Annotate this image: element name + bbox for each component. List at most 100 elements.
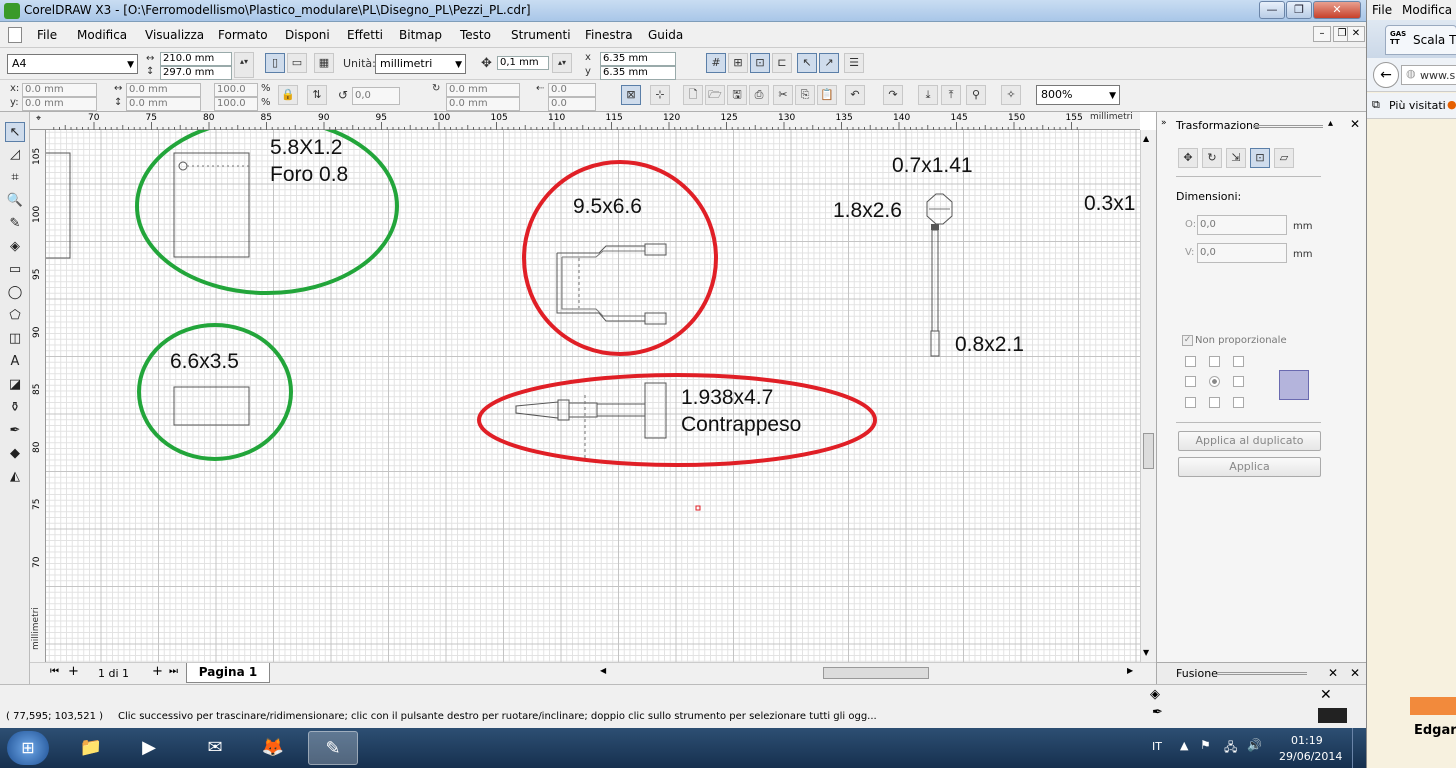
fusion-close-icon[interactable]: ✕ <box>1350 666 1360 680</box>
position-mode-icon[interactable]: ✥ <box>1178 148 1198 168</box>
anchor-tr[interactable] <box>1233 356 1244 367</box>
drawing-canvas[interactable]: 5.8X1.2 Foro 0.8 6.6x3.5 9.5x6.6 1.938x4… <box>46 130 1140 662</box>
menu-formato[interactable]: Formato <box>218 28 268 42</box>
clock-date[interactable]: 29/06/2014 <box>1279 750 1342 763</box>
skew-y-field[interactable]: 0.0 <box>548 97 596 111</box>
position-x-field[interactable]: 0.0 mm <box>22 83 97 97</box>
save-icon[interactable]: 🖫 <box>727 85 747 105</box>
menu-strumenti[interactable]: Strumenti <box>511 28 571 42</box>
browser-menu-modifica[interactable]: Modifica <box>1402 3 1452 17</box>
eyedropper-tool-icon[interactable]: ⚱ <box>5 398 25 418</box>
pick-tool-icon[interactable]: ↖ <box>5 122 25 142</box>
size-mode-icon[interactable]: ⊡ <box>1250 148 1270 168</box>
page-tab[interactable]: Pagina 1 <box>186 663 270 683</box>
size-w-field[interactable]: 0.0 mm <box>126 83 201 97</box>
anchor-bc[interactable] <box>1209 397 1220 408</box>
cut-icon[interactable]: ✂ <box>773 85 793 105</box>
fill-tool-icon[interactable]: ◆ <box>5 444 25 464</box>
fill-indicator-icon[interactable]: ◈ <box>1150 687 1160 702</box>
docker-grip[interactable] <box>1253 125 1323 128</box>
v-dim-field[interactable]: 0,0 <box>1197 243 1287 263</box>
show-desktop-button[interactable] <box>1352 728 1366 768</box>
part1-hole-label[interactable]: Foro 0.8 <box>270 163 348 187</box>
scroll-up-icon[interactable]: ▲ <box>1143 134 1149 143</box>
back-button-icon[interactable]: ← <box>1373 62 1399 88</box>
scale-h-field[interactable]: 100.0 <box>214 97 258 111</box>
open-icon[interactable]: 🗁 <box>705 85 725 105</box>
relative-position-button[interactable]: ⊠ <box>621 85 641 105</box>
scroll-down-icon[interactable]: ▼ <box>1143 648 1149 657</box>
anchor-tl[interactable] <box>1185 356 1196 367</box>
nudge-field[interactable]: 0,1 mm <box>497 56 549 70</box>
landscape-button[interactable]: ▭ <box>287 53 307 73</box>
apply-button[interactable]: Applica <box>1178 457 1321 477</box>
page-height-field[interactable]: 297.0 mm <box>160 66 232 80</box>
vertical-scrollbar[interactable]: ▲ ▼ <box>1140 130 1156 662</box>
partial-part-shape[interactable] <box>46 152 71 259</box>
close-button[interactable]: ✕ <box>1313 1 1361 19</box>
anchor-br[interactable] <box>1233 397 1244 408</box>
lock-ratio-icon[interactable]: 🔒 <box>278 85 298 105</box>
part4-size-label[interactable]: 1.938x4.7 <box>681 386 773 410</box>
start-button[interactable]: ⊞ <box>7 731 49 765</box>
paste-icon[interactable]: 📋 <box>817 85 837 105</box>
fusion-close-icon-a[interactable]: ✕ <box>1328 666 1338 680</box>
part5-bottom-label[interactable]: 0.8x2.1 <box>955 333 1024 357</box>
menu-disponi[interactable]: Disponi <box>285 28 330 42</box>
scale-w-field[interactable]: 100.0 <box>214 83 258 97</box>
h-dim-field[interactable]: 0,0 <box>1197 215 1287 235</box>
part1-shape[interactable] <box>173 152 250 258</box>
firefox-task-icon[interactable]: 🦊 <box>248 731 298 765</box>
clock-time[interactable]: 01:19 <box>1291 734 1323 747</box>
part2-size-label[interactable]: 6.6x3.5 <box>170 350 239 374</box>
basic-shapes-tool-icon[interactable]: ◫ <box>5 329 25 349</box>
menu-visualizza[interactable]: Visualizza <box>145 28 204 42</box>
outline-indicator-icon[interactable]: ✒ <box>1152 705 1163 720</box>
export-icon[interactable]: ⤒ <box>941 85 961 105</box>
part1-size-label[interactable]: 5.8X1.2 <box>270 136 342 160</box>
zoom-tool-icon[interactable]: 🔍 <box>5 191 25 211</box>
mail-task-icon[interactable]: ✉ <box>190 731 240 765</box>
snap-objects-button[interactable]: ⊡ <box>750 53 770 73</box>
menu-modifica[interactable]: Modifica <box>77 28 127 42</box>
import-icon[interactable]: ⤓ <box>918 85 938 105</box>
doc-close-button[interactable]: ✕ <box>1347 26 1365 42</box>
dynamic-guides-button[interactable]: ⊏ <box>772 53 792 73</box>
last-page-icon[interactable]: ⏭ <box>169 666 178 677</box>
anchor-bl[interactable] <box>1185 397 1196 408</box>
browser-menu-file[interactable]: File <box>1372 3 1392 17</box>
application-launcher-icon[interactable]: ⚲ <box>966 85 986 105</box>
polygon-tool-icon[interactable]: ⬠ <box>5 306 25 326</box>
docker-minimize-icon[interactable]: ▴ <box>1328 118 1333 129</box>
first-page-icon[interactable]: ⏮ <box>50 666 59 677</box>
add-page-before-icon[interactable]: + <box>68 664 79 679</box>
options-list-icon[interactable]: ☰ <box>844 53 864 73</box>
freehand-tool-icon[interactable]: ✎ <box>5 214 25 234</box>
edge-partial-label[interactable]: 0.3x1 <box>1084 192 1135 216</box>
scale-mode-icon[interactable]: ⇲ <box>1226 148 1246 168</box>
interactive-fill-tool-icon[interactable]: ◭ <box>5 467 25 487</box>
firefox-bookmark-icon[interactable]: ● <box>1447 98 1456 111</box>
center-x-field[interactable]: 0.0 mm <box>446 83 520 97</box>
center-y-field[interactable]: 0.0 mm <box>446 97 520 111</box>
nudge-spinner[interactable]: ▴▾ <box>552 53 572 73</box>
vertical-scroll-thumb[interactable] <box>1143 433 1154 469</box>
position-y-field[interactable]: 0.0 mm <box>22 97 97 111</box>
part5-top-label[interactable]: 0.7x1.41 <box>892 154 973 178</box>
minimize-button[interactable]: — <box>1259 1 1285 19</box>
page-width-field[interactable]: 210.0 mm <box>160 52 232 66</box>
anchor-ml[interactable] <box>1185 376 1196 387</box>
fusion-docker-tab[interactable]: Fusione ✕ ✕ <box>1157 662 1367 684</box>
menu-effetti[interactable]: Effetti <box>347 28 383 42</box>
copy-icon[interactable]: ⎘ <box>795 85 815 105</box>
language-indicator[interactable]: IT <box>1152 740 1162 753</box>
angle-field[interactable]: 0,0 <box>352 87 400 105</box>
duplicate-x-field[interactable]: 6.35 mm <box>600 52 676 66</box>
redo-icon[interactable]: ↷ <box>883 85 903 105</box>
print-icon[interactable]: ⎙ <box>749 85 769 105</box>
media-player-task-icon[interactable]: ▶ <box>124 731 174 765</box>
undo-icon[interactable]: ↶ <box>845 85 865 105</box>
ellipse-tool-icon[interactable]: ◯ <box>5 283 25 303</box>
crop-tool-icon[interactable]: ⌗ <box>5 168 25 188</box>
explorer-task-icon[interactable]: 📁 <box>66 731 116 765</box>
